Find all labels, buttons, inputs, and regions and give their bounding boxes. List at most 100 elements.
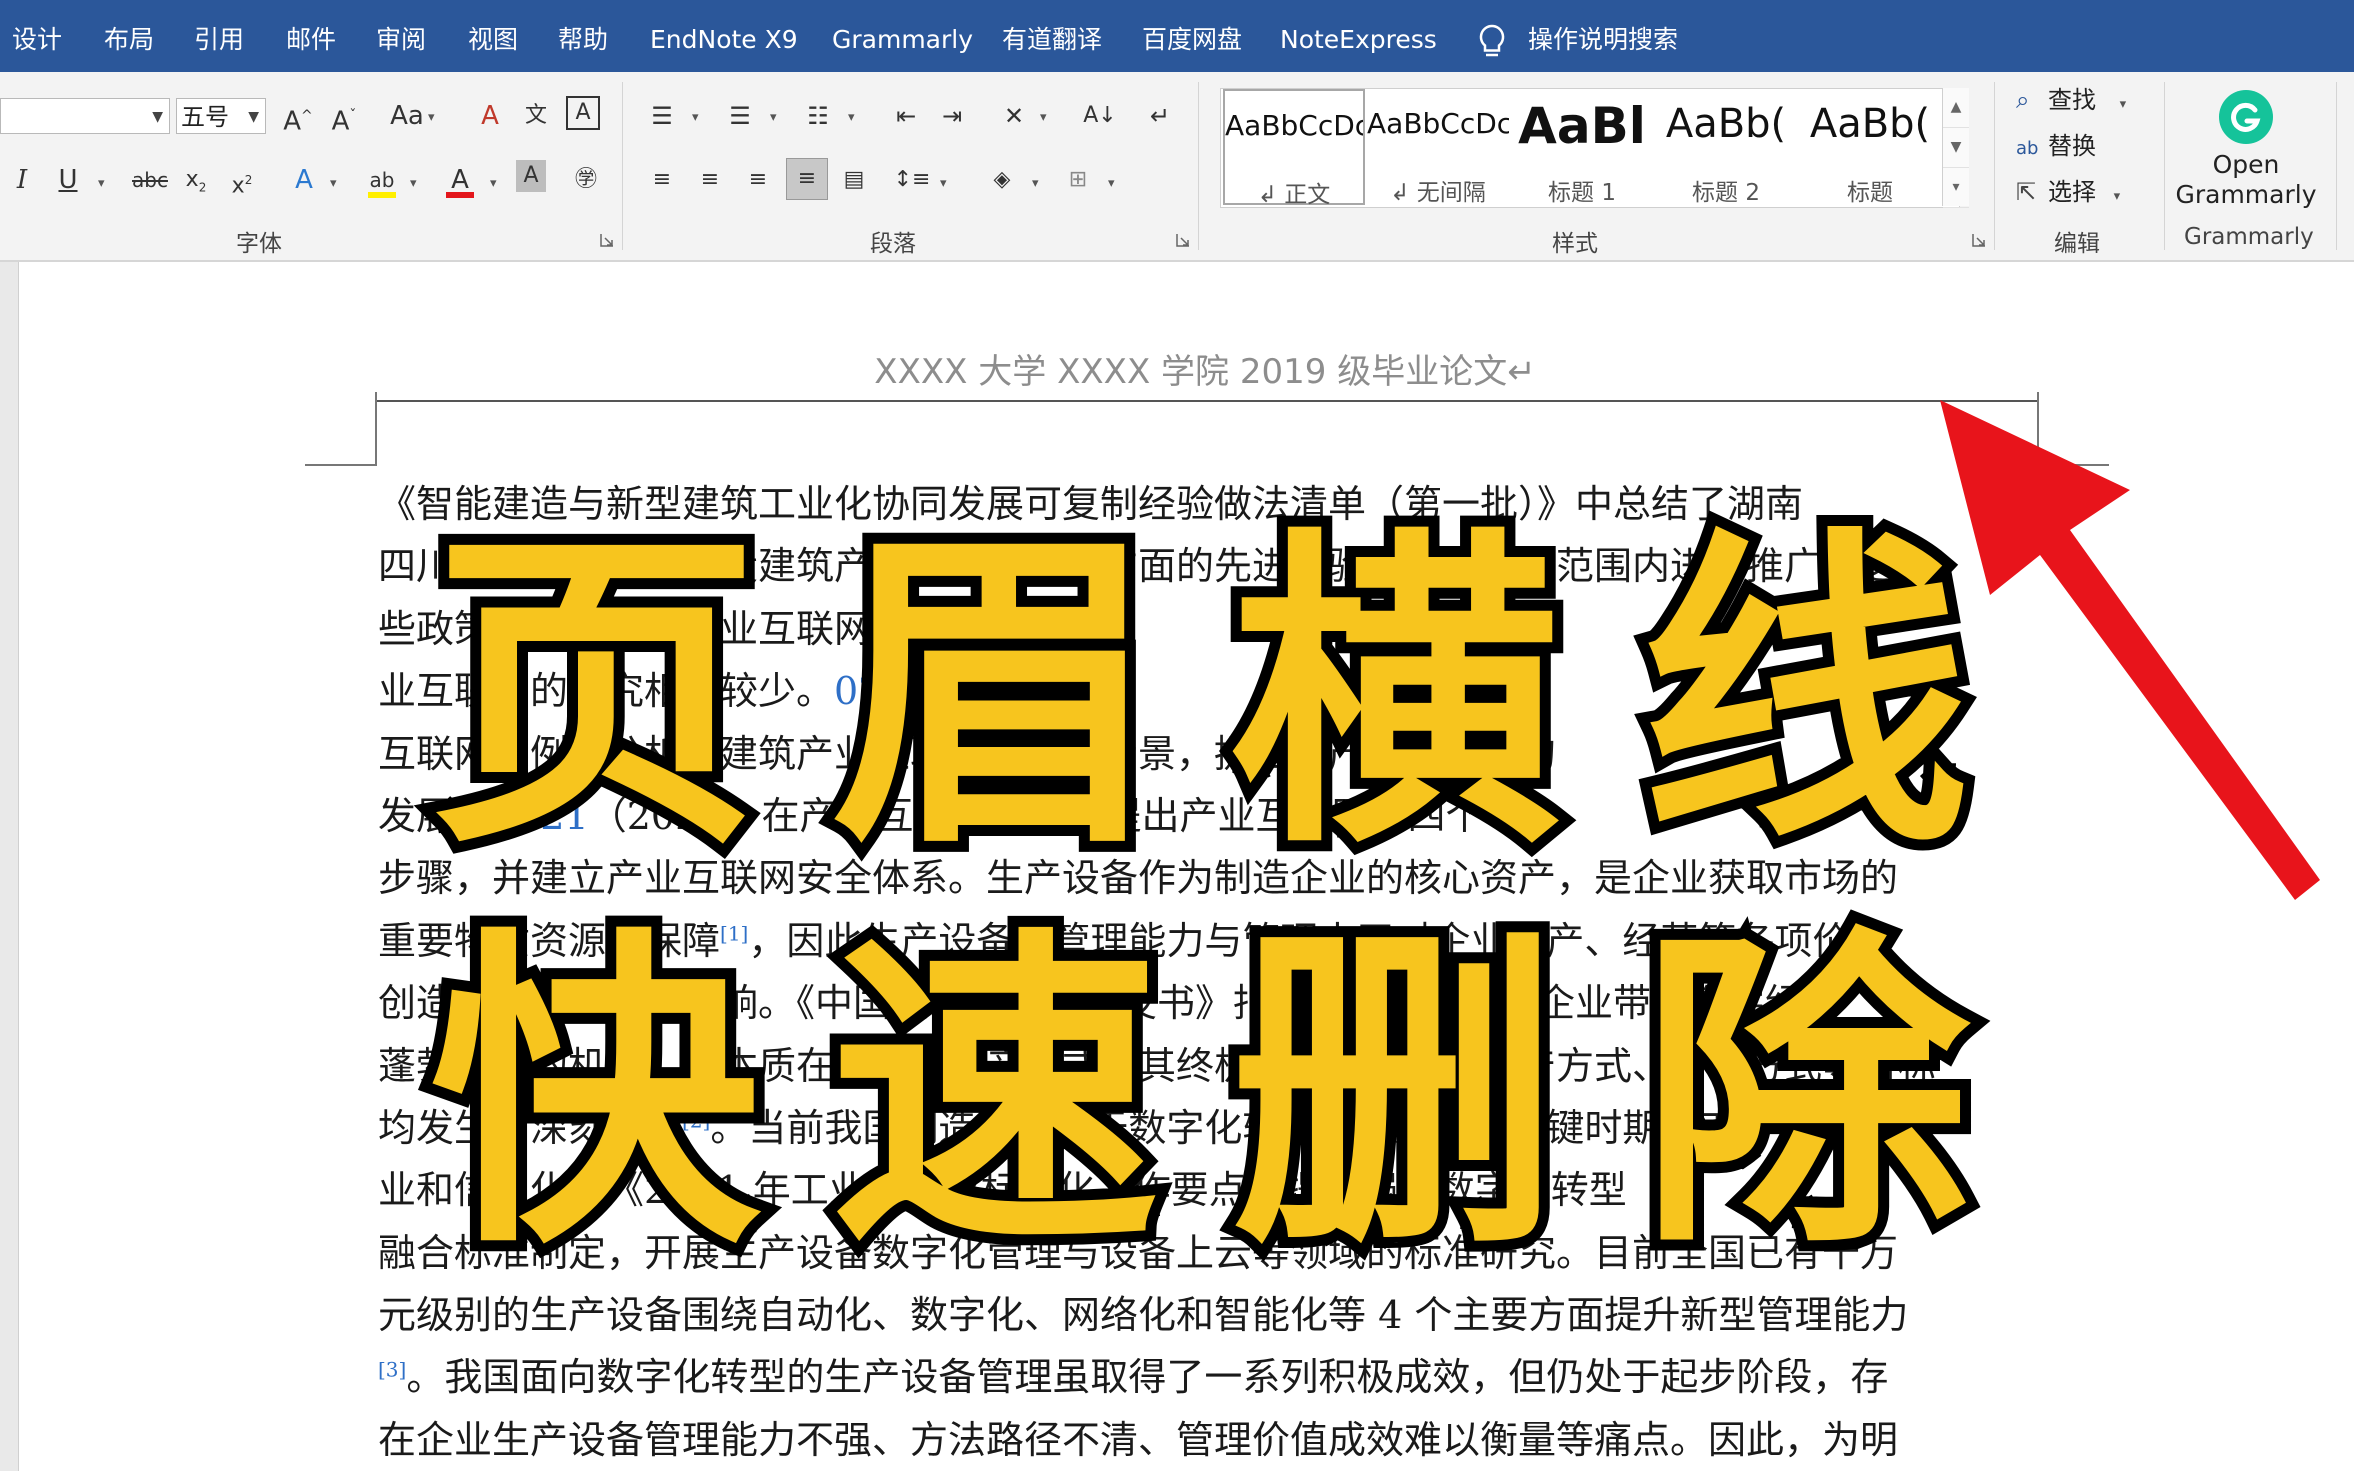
menu-bar: 设计 布局 引用 邮件 审阅 视图 帮助 EndNote X9 Grammarl… — [0, 0, 2354, 72]
chevron-down-icon[interactable]: ▾ — [770, 110, 777, 125]
crop-mark — [305, 464, 377, 466]
select-button[interactable]: ⇱ 选择 ▾ — [2016, 172, 2120, 212]
menu-references[interactable]: 引用 — [194, 0, 244, 72]
menu-help[interactable]: 帮助 — [558, 0, 608, 72]
style-heading-2[interactable]: AaBb( 标题 2 — [1655, 89, 1797, 206]
chevron-down-icon[interactable]: ▾ — [848, 110, 855, 125]
style-name: 标题 — [1847, 180, 1893, 206]
red-arrow-icon — [1940, 400, 2320, 900]
underline-icon[interactable]: U — [48, 160, 88, 200]
style-no-spacing[interactable]: AaBbCcDc ↲ 无间隔 — [1367, 89, 1509, 206]
group-separator — [1994, 82, 1995, 250]
grow-font-icon[interactable]: A^ — [278, 96, 318, 137]
group-separator — [1198, 82, 1199, 250]
open-grammarly-line1: Open — [2212, 150, 2280, 179]
menu-grammarly[interactable]: Grammarly — [832, 0, 973, 72]
find-label: 查找 — [2048, 86, 2096, 114]
cursor-icon: ⇱ — [2016, 178, 2037, 206]
menu-endnote[interactable]: EndNote X9 — [650, 0, 798, 72]
group-label-editing: 编辑 — [2054, 231, 2100, 257]
style-heading-1[interactable]: AaBl 标题 1 — [1511, 89, 1653, 206]
replace-button[interactable]: ab 替换 — [2016, 126, 2096, 166]
paragraph-dialog-launcher-icon[interactable] — [1176, 232, 1190, 247]
distributed-icon[interactable]: ▤ — [834, 160, 874, 200]
overlay-character: 速 — [819, 903, 1171, 1287]
font-size-combo[interactable]: 五号 ▼ — [176, 98, 266, 134]
gallery-more-icon[interactable]: ▾ — [1943, 168, 1969, 208]
open-grammarly-button[interactable]: Open Grammarly — [2170, 82, 2322, 212]
chevron-down-icon[interactable]: ▾ — [330, 176, 337, 191]
justify-icon[interactable]: ≡ — [786, 158, 828, 200]
sort-icon[interactable]: A↓ — [1080, 96, 1120, 136]
scroll-up-icon[interactable]: ▲ — [1943, 88, 1969, 128]
italic-icon[interactable]: I — [2, 160, 42, 200]
change-case-icon[interactable]: Aa — [382, 96, 432, 136]
menu-baidu-pan[interactable]: 百度网盘 — [1142, 0, 1242, 72]
align-left-icon[interactable]: ≡ — [642, 160, 682, 200]
group-separator — [2164, 82, 2165, 250]
subscript-icon[interactable]: x2 — [176, 160, 216, 200]
menu-review[interactable]: 审阅 — [376, 0, 426, 72]
font-name-combo[interactable]: ▼ — [0, 98, 170, 134]
page-header-text[interactable]: XXXX 大学 XXXX 学院 2019 级毕业论文↵ — [372, 344, 2038, 393]
chevron-down-icon[interactable]: ▾ — [428, 110, 435, 125]
line-spacing-icon[interactable]: ↕≡ — [892, 160, 932, 200]
chevron-down-icon[interactable]: ▾ — [1032, 176, 1039, 191]
shading-icon[interactable]: ◈ — [982, 160, 1022, 200]
menu-design[interactable]: 设计 — [12, 0, 62, 72]
chevron-down-icon[interactable]: ▾ — [1040, 110, 1047, 125]
group-label-paragraph: 段落 — [870, 231, 916, 257]
group-label-font: 字体 — [236, 231, 282, 257]
citation-superscript[interactable]: [3] — [378, 1358, 406, 1382]
menu-mailings[interactable]: 邮件 — [286, 0, 336, 72]
overlay-character: 眉 — [819, 503, 1171, 887]
style-sample: AaBbCcDc — [1367, 107, 1509, 140]
lightbulb-icon[interactable] — [1474, 22, 1510, 64]
phonetic-guide-icon[interactable]: 文 — [516, 96, 556, 136]
menu-view[interactable]: 视图 — [468, 0, 518, 72]
menu-noteexpress[interactable]: NoteExpress — [1280, 0, 1437, 72]
chevron-down-icon[interactable]: ▾ — [490, 176, 497, 191]
borders-icon[interactable]: ⊞ — [1058, 160, 1098, 200]
bullets-icon[interactable]: ☰ — [642, 96, 682, 136]
header-border-line[interactable] — [375, 400, 2039, 402]
menu-youdao[interactable]: 有道翻译 — [1002, 0, 1102, 72]
numbering-icon[interactable]: ☰ — [720, 96, 760, 136]
chevron-down-icon[interactable]: ▾ — [940, 176, 947, 191]
group-separator — [622, 82, 623, 250]
chevron-down-icon[interactable]: ▾ — [692, 110, 699, 125]
chevron-down-icon[interactable]: ▾ — [98, 176, 105, 191]
style-name: 标题 1 — [1548, 180, 1616, 206]
strikethrough-icon[interactable]: abc — [130, 160, 170, 200]
character-border-icon[interactable]: A — [566, 96, 600, 130]
enclose-characters-icon[interactable]: ㊫ — [566, 160, 606, 200]
superscript-icon[interactable]: x2 — [222, 160, 262, 200]
clear-formatting-icon[interactable]: A — [470, 96, 510, 136]
highlight-color-icon[interactable]: ab — [362, 160, 402, 200]
decrease-indent-icon[interactable]: ⇤ — [886, 96, 926, 136]
align-center-icon[interactable]: ≡ — [690, 160, 730, 200]
menu-layout[interactable]: 布局 — [104, 0, 154, 72]
style-name: 正文 — [1284, 182, 1331, 208]
paragraph-line: [3]。我国面向数字化转型的生产设备管理虽取得了一系列积极成效，但仍处于起步阶段… — [378, 1346, 2038, 1408]
tell-me-search[interactable]: 操作说明搜索 — [1528, 0, 1678, 72]
scroll-down-icon[interactable]: ▼ — [1943, 128, 1969, 168]
styles-gallery-scroll[interactable]: ▲ ▼ ▾ — [1942, 88, 1969, 208]
font-color-icon[interactable]: A — [440, 160, 480, 200]
paragraph-line: 在企业生产设备管理能力不强、方法路径不清、管理价值成效难以衡量等痛点。因此，为明 — [378, 1409, 2038, 1471]
style-normal[interactable]: AaBbCcDc ↲ 正文 — [1223, 89, 1365, 208]
chevron-down-icon[interactable]: ▾ — [410, 176, 417, 191]
chevron-down-icon[interactable]: ▾ — [1108, 176, 1115, 191]
show-paragraph-marks-icon[interactable]: ↵ — [1140, 96, 1180, 136]
shrink-font-icon[interactable]: Aˇ — [324, 96, 364, 137]
multilevel-list-icon[interactable]: ☷ — [798, 96, 838, 136]
increase-indent-icon[interactable]: ⇥ — [932, 96, 972, 136]
styles-dialog-launcher-icon[interactable] — [1972, 232, 1986, 247]
text-effects-icon[interactable]: A — [284, 160, 324, 200]
character-shading-icon[interactable]: A — [516, 160, 546, 192]
align-right-icon[interactable]: ≡ — [738, 160, 778, 200]
style-title[interactable]: AaBb( 标题 — [1799, 89, 1941, 206]
font-dialog-launcher-icon[interactable] — [600, 232, 614, 247]
text-direction-icon[interactable]: ✕ — [994, 96, 1034, 136]
find-button[interactable]: ⌕ 查找 ▾ — [2016, 80, 2126, 120]
